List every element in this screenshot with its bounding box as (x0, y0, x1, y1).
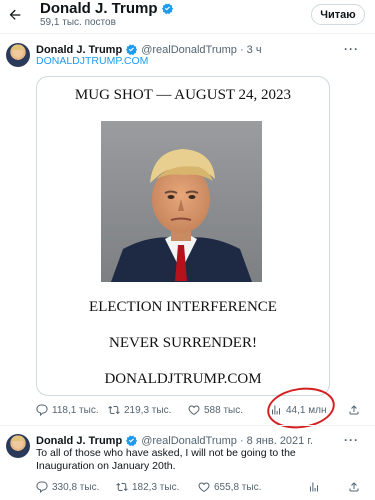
like-count: 655,8 тыс. (214, 481, 262, 493)
views-icon (310, 482, 318, 492)
tweet-time[interactable]: · 8 янв. 2021 г. (240, 435, 313, 447)
like-button[interactable]: 588 тыс. (188, 404, 243, 416)
like-button[interactable]: 655,8 тыс. (198, 481, 261, 493)
repost-icon (116, 482, 128, 492)
tweet-mugshot[interactable]: Donald J. Trump @realDonaldTrump · 3 ч ·… (0, 0, 375, 425)
reply-count: 330,8 тыс. (52, 481, 100, 493)
repost-button[interactable]: 219,3 тыс. (108, 404, 171, 416)
tweet-text: To all of those who have asked, I will n… (36, 447, 296, 472)
share-icon (349, 482, 359, 492)
reply-icon (36, 404, 48, 416)
reply-button[interactable]: 118,1 тыс. (36, 404, 99, 416)
more-icon[interactable]: ··· (344, 42, 359, 56)
share-icon (349, 405, 359, 415)
reply-count: 118,1 тыс. (52, 404, 99, 416)
like-count: 588 тыс. (204, 404, 244, 416)
card-line-surrender: NEVER SURRENDER! (109, 335, 257, 351)
repost-count: 182,3 тыс. (132, 481, 180, 493)
like-icon (188, 405, 200, 416)
reply-button[interactable]: 330,8 тыс. (36, 481, 99, 493)
avatar[interactable] (6, 434, 30, 458)
tweet-header: Donald J. Trump @realDonaldTrump · 8 янв… (36, 434, 313, 447)
more-icon[interactable]: ··· (344, 433, 359, 447)
views-button[interactable] (308, 481, 320, 493)
tweet-link[interactable]: DONALDJTRUMP.COM (36, 55, 148, 67)
media-card[interactable]: MUG SHOT — AUGUST 24, 2023 ELECTION INTE… (36, 76, 330, 396)
repost-button[interactable]: 182,3 тыс. (116, 481, 179, 493)
author-handle[interactable]: @realDonaldTrump (141, 44, 237, 56)
repost-icon (108, 405, 120, 415)
mugshot-photo[interactable] (101, 121, 262, 282)
share-button[interactable] (348, 481, 360, 493)
share-button[interactable] (348, 404, 360, 416)
tweet-actions: 330,8 тыс. 182,3 тыс. 655,8 тыс. (36, 481, 366, 499)
author-name[interactable]: Donald J. Trump (36, 435, 122, 447)
author-handle[interactable]: @realDonaldTrump (141, 435, 237, 447)
avatar[interactable] (6, 43, 30, 67)
like-icon (198, 482, 210, 493)
verified-badge-icon (126, 435, 138, 447)
card-title: MUG SHOT — AUGUST 24, 2023 (74, 87, 292, 103)
tweet-time[interactable]: · 3 ч (240, 44, 262, 56)
repost-count: 219,3 тыс. (124, 404, 172, 416)
card-line-website: DONALDJTRUMP.COM (104, 371, 262, 387)
reply-icon (36, 481, 48, 493)
author-name[interactable]: Donald J. Trump (36, 44, 122, 56)
card-line-election: ELECTION INTERFERENCE (89, 299, 277, 315)
